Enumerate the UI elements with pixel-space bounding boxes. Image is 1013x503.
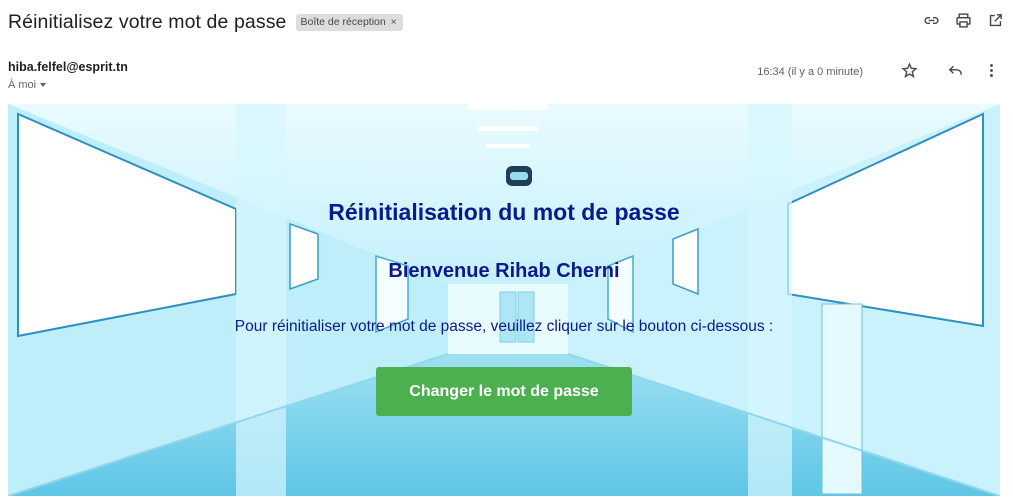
print-icon[interactable] (953, 10, 973, 30)
sender-info: hiba.felfel@esprit.tn À moi 16:34 (il y … (8, 60, 1001, 96)
email-subject: Réinitialisez votre mot de passe (8, 10, 287, 33)
recipient-label: À moi (8, 79, 37, 91)
inbox-label-text: Boîte de réception (300, 16, 386, 28)
reply-icon[interactable] (945, 60, 965, 80)
remove-label-icon[interactable]: × (391, 17, 397, 28)
thread-actions (921, 10, 1005, 30)
email-banner: Réinitialisation du mot de passe Bienven… (8, 104, 1000, 496)
change-password-button[interactable]: Changer le mot de passe (376, 367, 632, 416)
reset-title: Réinitialisation du mot de passe (328, 199, 680, 225)
inbox-label-chip[interactable]: Boîte de réception × (295, 13, 403, 31)
banner-content: Réinitialisation du mot de passe Bienven… (8, 104, 1000, 496)
email-header: Réinitialisez votre mot de passe Boîte d… (8, 8, 1001, 36)
link-icon[interactable] (921, 10, 941, 30)
welcome-text: Bienvenue Rihab Cherni (388, 260, 620, 282)
recipient-line: À moi (8, 79, 1001, 91)
star-icon[interactable] (899, 60, 919, 80)
message-time: 16:34 (il y a 0 minute) (757, 66, 863, 78)
recipient-details-dropdown-icon[interactable] (40, 83, 47, 87)
more-vertical-icon[interactable] (981, 60, 1001, 80)
instruction-text: Pour réinitialiser votre mot de passe, v… (234, 318, 774, 335)
message-meta: 16:34 (il y a 0 minute) (757, 60, 1001, 80)
open-in-new-window-icon[interactable] (985, 10, 1005, 30)
